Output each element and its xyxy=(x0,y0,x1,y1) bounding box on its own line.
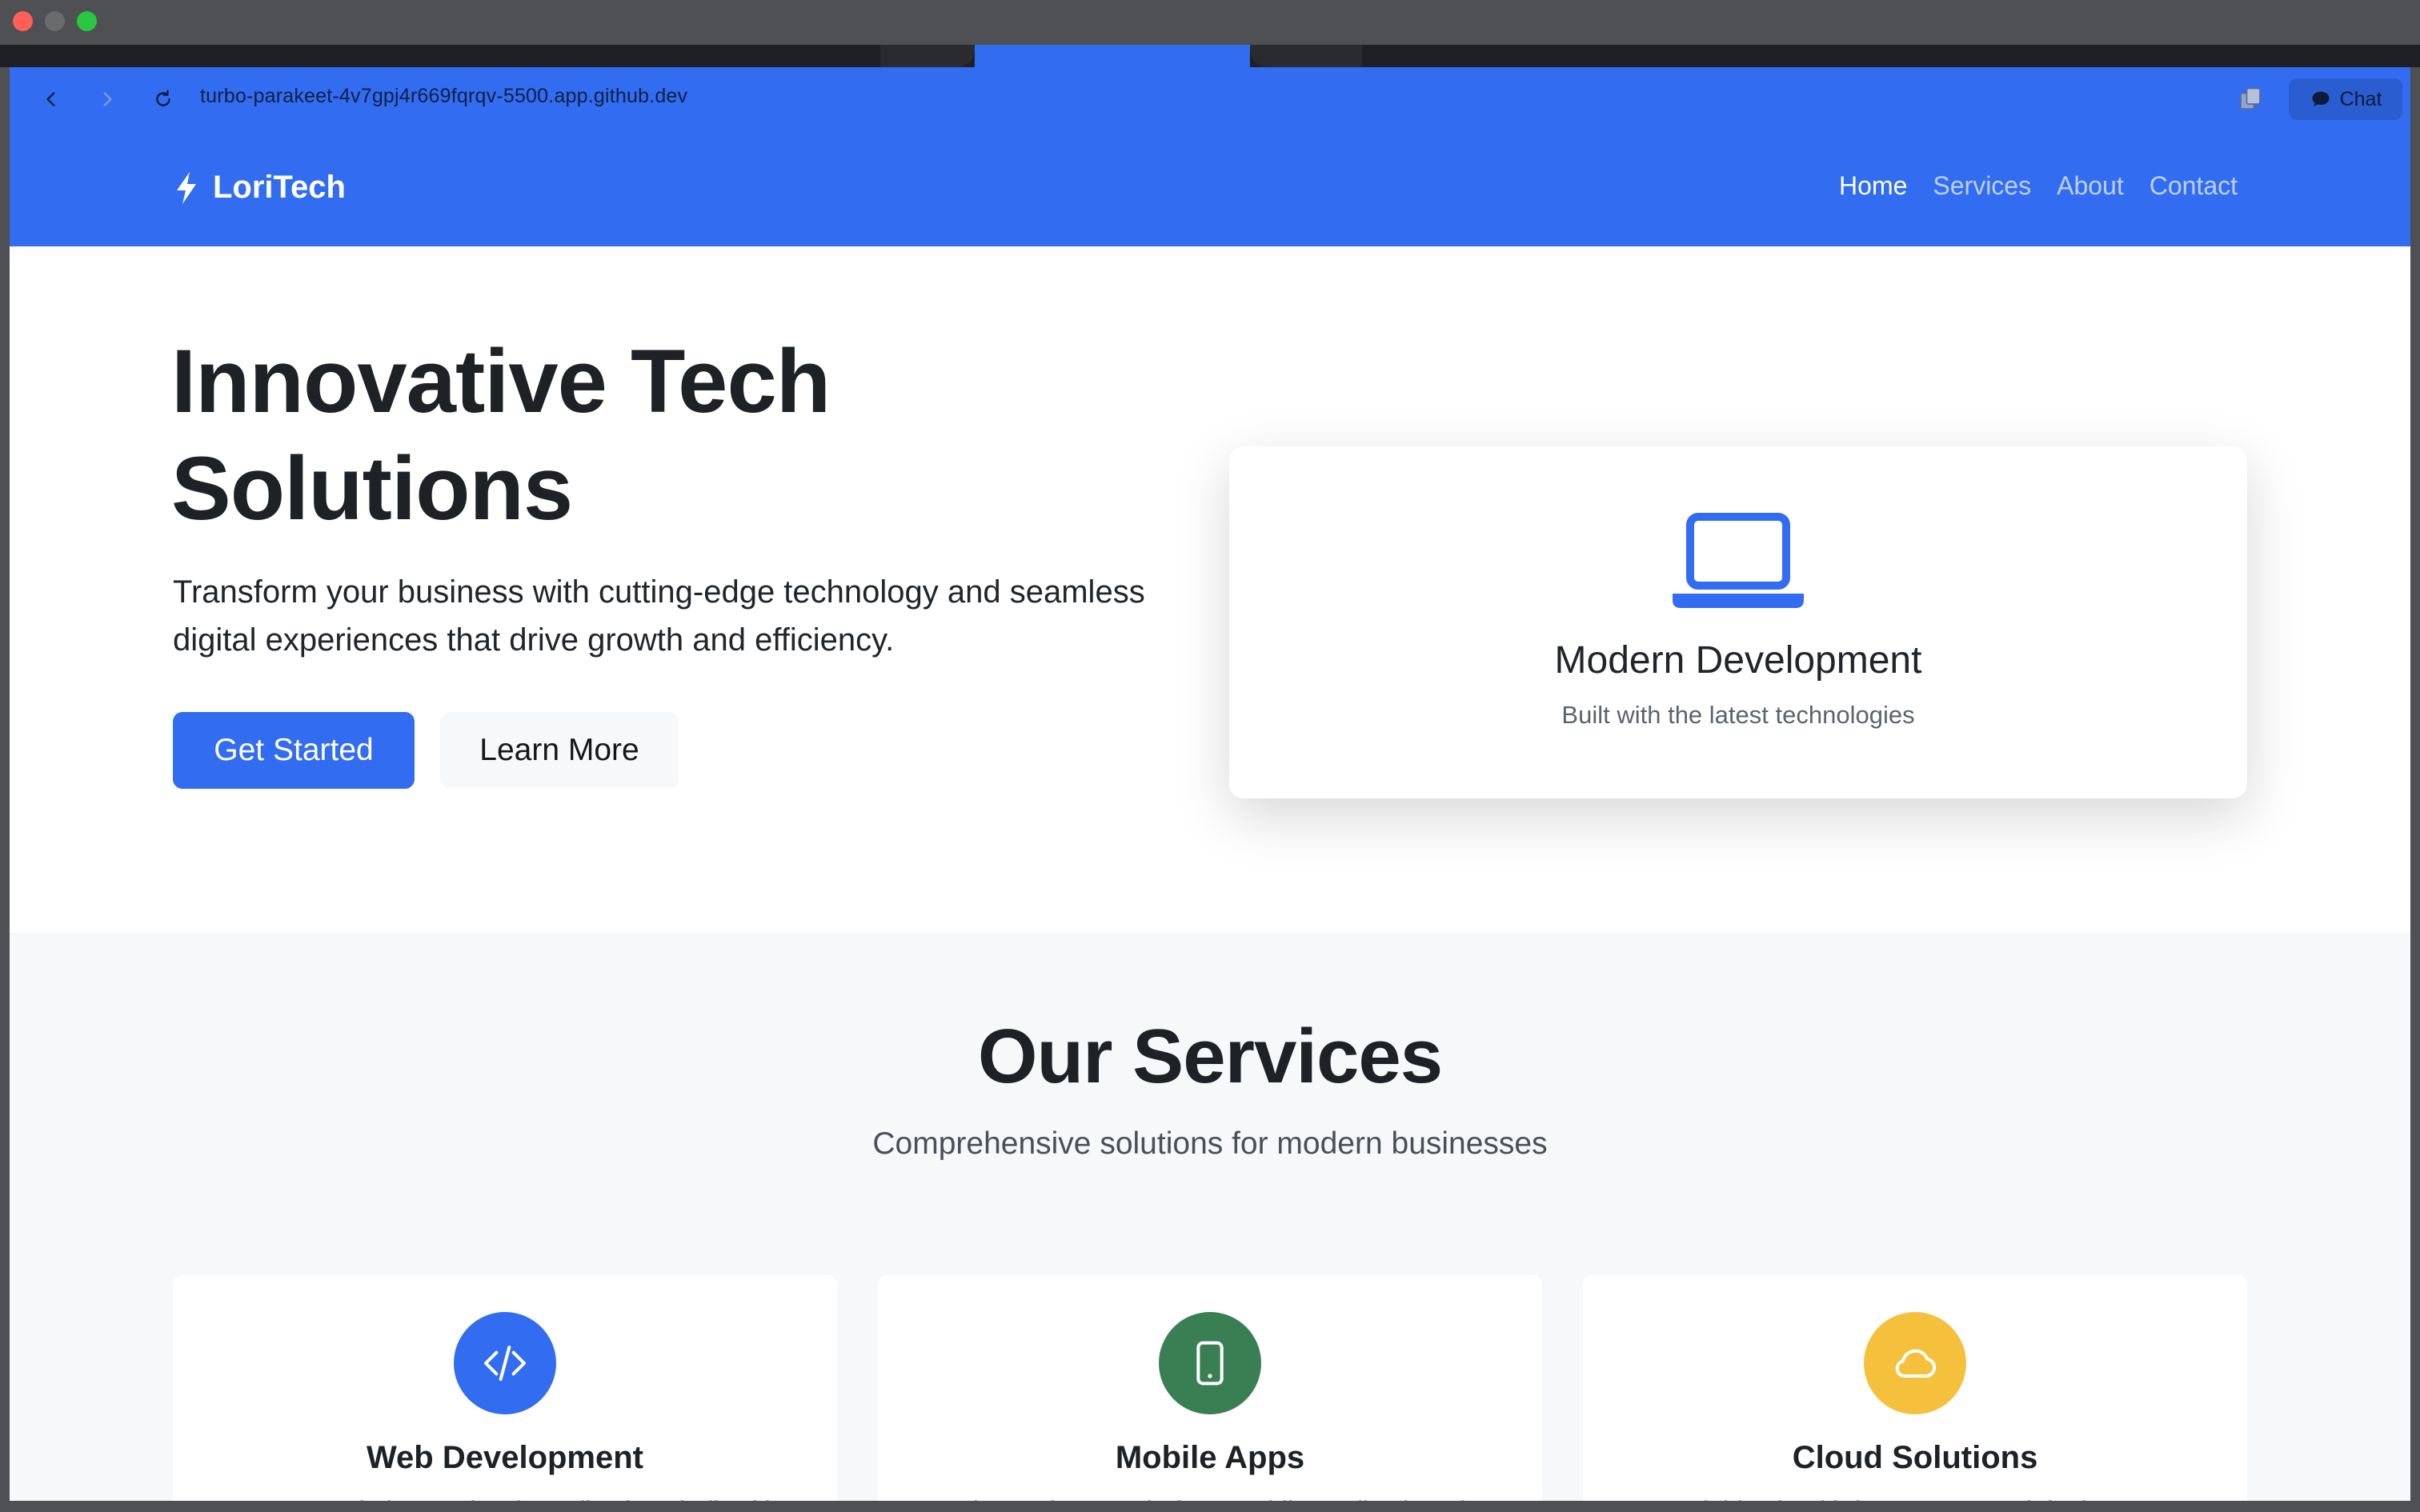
chat-bubble-icon xyxy=(2312,91,2330,106)
browser-window: turbo-parakeet-4v7gpj4r669fqrqv-5500.app… xyxy=(10,67,2410,1501)
service-card-cloud-solutions: Cloud Solutions Scalable cloud infrastru… xyxy=(1583,1275,2247,1501)
hero-title: Innovative Tech Solutions xyxy=(171,331,831,538)
reload-button[interactable] xyxy=(147,83,179,115)
browser-tab[interactable] xyxy=(880,45,975,67)
feature-card: Modern Development Built with the latest… xyxy=(1229,446,2247,798)
main-menu: Home Services About Contact xyxy=(1839,171,2238,201)
brand-logo[interactable]: LoriTech xyxy=(173,170,346,206)
service-title: Cloud Solutions xyxy=(1792,1440,2038,1475)
nav-link-contact[interactable]: Contact xyxy=(2150,171,2238,201)
lightning-icon xyxy=(177,171,196,204)
feature-card-title: Modern Development xyxy=(1554,639,1922,682)
service-icon-circle xyxy=(454,1312,556,1414)
zoom-window-button[interactable] xyxy=(77,11,97,31)
close-window-button[interactable] xyxy=(13,11,33,31)
reload-icon xyxy=(156,90,170,106)
service-card-mobile-apps: Mobile Apps Native and cross-platform mo… xyxy=(878,1275,1542,1501)
feature-card-text: Built with the latest technologies xyxy=(1561,701,1915,729)
chevron-left-icon xyxy=(46,92,55,106)
learn-more-button[interactable]: Learn More xyxy=(440,712,679,789)
browser-tab-strip xyxy=(0,45,2420,67)
back-button[interactable] xyxy=(35,83,67,115)
service-description: Custom websites and web applications bui… xyxy=(205,1491,805,1501)
active-browser-tab[interactable] xyxy=(975,45,1250,67)
address-bar[interactable]: turbo-parakeet-4v7gpj4r669fqrqv-5500.app… xyxy=(200,85,687,108)
service-icon-circle xyxy=(1159,1312,1261,1414)
laptop-icon xyxy=(1673,513,1804,608)
service-icon-circle xyxy=(1864,1312,1966,1414)
nav-link-home[interactable]: Home xyxy=(1839,171,1907,201)
browser-tab[interactable] xyxy=(1250,45,1362,67)
os-title-bar xyxy=(0,0,2420,45)
services-subtitle: Comprehensive solutions for modern busin… xyxy=(872,1126,1548,1161)
browser-toolbar: turbo-parakeet-4v7gpj4r669fqrqv-5500.app… xyxy=(10,67,2410,133)
service-title: Mobile Apps xyxy=(1115,1440,1305,1475)
chat-button-label: Chat xyxy=(2339,87,2382,110)
service-card-web-development: Web Development Custom websites and web … xyxy=(173,1275,837,1501)
brand-name: LoriTech xyxy=(213,170,346,205)
chevron-right-icon xyxy=(103,92,112,106)
services-title: Our Services xyxy=(977,1014,1443,1099)
minimize-window-button[interactable] xyxy=(45,11,65,31)
forward-button[interactable] xyxy=(91,83,123,115)
hero-lead: Transform your business with cutting-edg… xyxy=(173,574,1145,658)
services-section: Our Services Comprehensive solutions for… xyxy=(10,933,2410,1501)
phone-icon xyxy=(1196,1341,1224,1386)
service-title: Web Development xyxy=(367,1440,643,1475)
service-description: Native and cross-platform mobile applica… xyxy=(910,1491,1510,1501)
nav-link-about[interactable]: About xyxy=(2057,171,2124,201)
service-description: Scalable cloud infrastructure and deploy… xyxy=(1615,1491,2215,1501)
get-started-button[interactable]: Get Started xyxy=(173,712,415,789)
nav-link-services[interactable]: Services xyxy=(1933,171,2031,201)
chat-button[interactable]: Chat xyxy=(2289,78,2402,120)
copy-icon[interactable] xyxy=(2236,85,2265,114)
hero-section: Innovative Tech Solutions Transform your… xyxy=(10,246,2410,933)
code-icon xyxy=(484,1346,526,1381)
site-navbar: LoriTech Home Services About Contact xyxy=(10,131,2410,246)
cloud-icon xyxy=(1895,1349,1937,1378)
